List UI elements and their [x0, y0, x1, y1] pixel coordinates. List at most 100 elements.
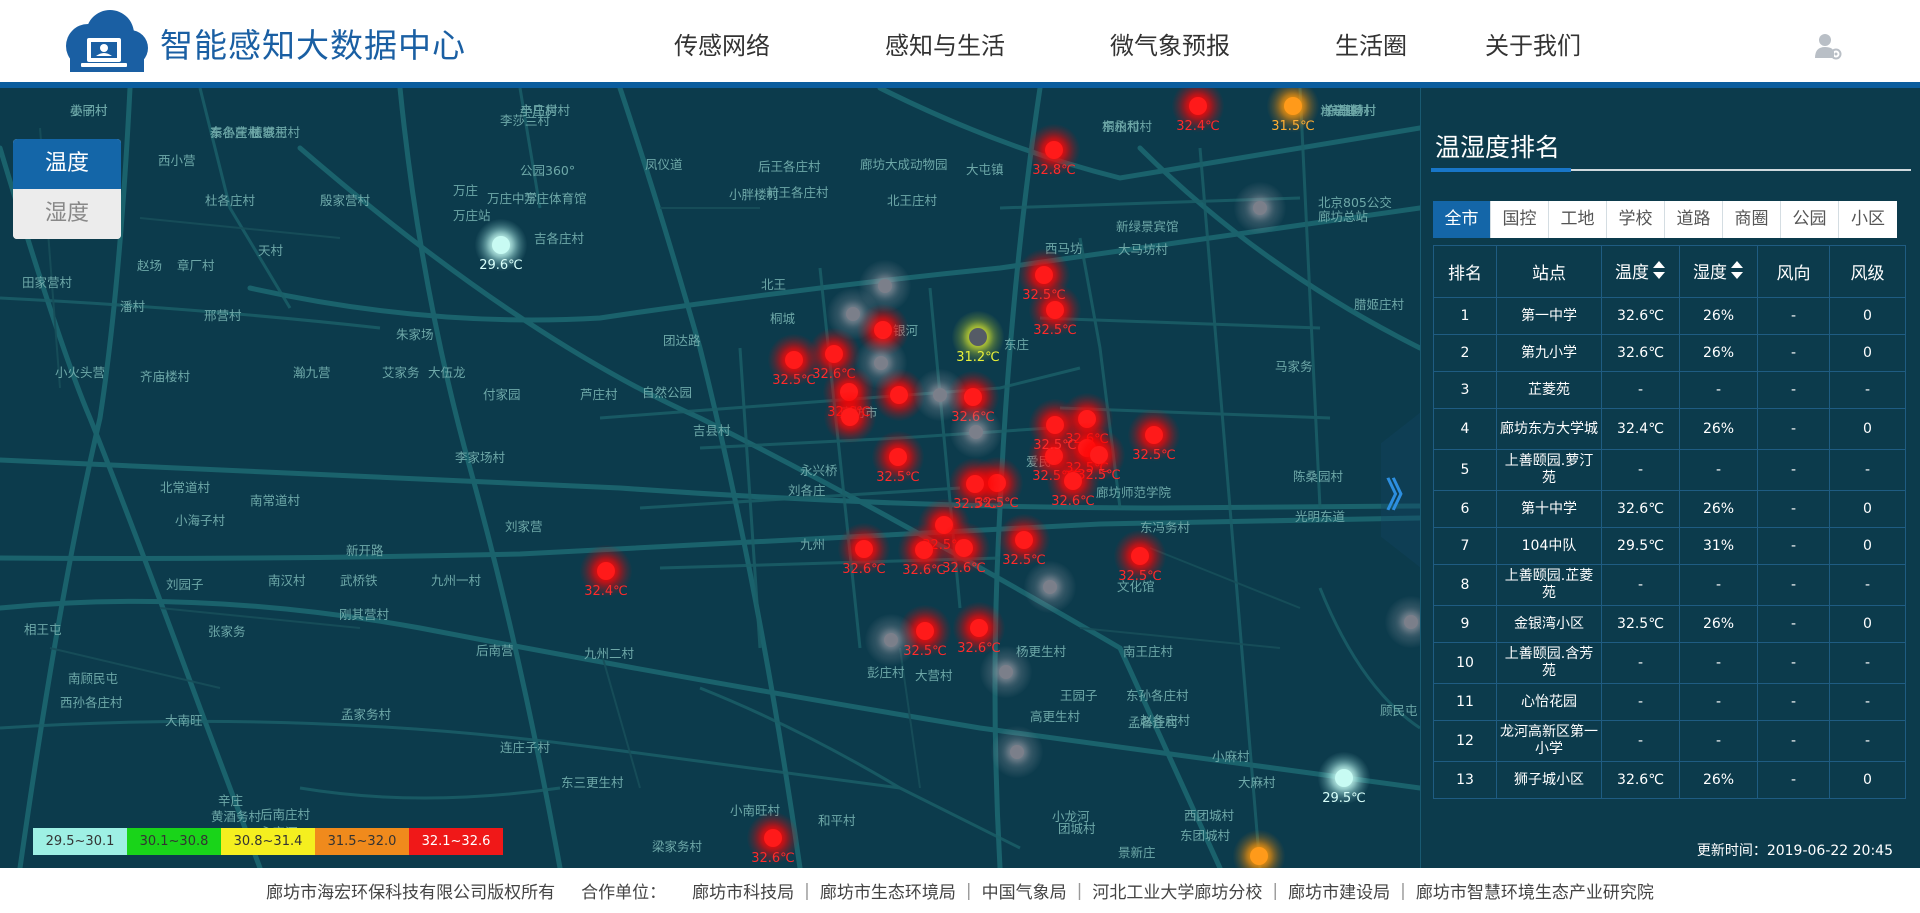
legend-band: 32.1~32.6 [409, 828, 503, 855]
table-row[interactable]: 1 第一中学 32.6℃ 26% -0 [1433, 297, 1906, 335]
station-dot[interactable] [1046, 301, 1064, 319]
station-dot[interactable] [970, 619, 988, 637]
station-dot[interactable] [916, 622, 934, 640]
tab-city[interactable]: 全市 [1433, 201, 1491, 238]
station-dot[interactable] [966, 475, 984, 493]
station-dot[interactable] [874, 356, 888, 370]
partner-link[interactable]: 廊坊市建设局 [1288, 878, 1390, 903]
station-dot[interactable] [1015, 531, 1033, 549]
station-dot[interactable] [1064, 472, 1082, 490]
map-view[interactable]: 小马房村 桐柏村 水法镇村 东寨场村 小同村 东小营 檀察王村 李莎兰村 公园360° 凤仪道 后王… [0, 88, 1420, 868]
station-dot[interactable] [846, 307, 860, 321]
station-dot[interactable] [785, 351, 803, 369]
place-label: 九州二村 [584, 646, 635, 661]
station-dot[interactable] [597, 562, 615, 580]
station-dot[interactable] [1145, 426, 1163, 444]
partner-link[interactable]: 廊坊市科技局 [692, 878, 794, 903]
station-dot[interactable] [1253, 201, 1267, 215]
table-cell: 32.6℃ [1601, 490, 1680, 528]
footer-separator: | [965, 880, 972, 901]
tab-construction[interactable]: 工地 [1549, 201, 1607, 238]
table-row[interactable]: 4 廊坊东方大学城 32.4℃ 26% -0 [1433, 408, 1906, 450]
station-dot[interactable] [1046, 416, 1064, 434]
station-dot[interactable] [969, 328, 987, 346]
station-dot[interactable] [1035, 266, 1053, 284]
table-row[interactable]: 9 金银湾小区 32.5℃ 26% -0 [1433, 605, 1906, 643]
table-cell: 0 [1829, 605, 1906, 643]
station-dot[interactable] [492, 236, 510, 254]
station-dot[interactable] [1189, 97, 1207, 115]
station-dot[interactable] [764, 829, 782, 847]
station-dot[interactable] [855, 540, 873, 558]
station-dot[interactable] [878, 279, 892, 293]
partner-link[interactable]: 中国气象局 [982, 878, 1067, 903]
table-cell: 7 [1433, 527, 1497, 565]
nav-micro-weather[interactable]: 微气象预报 [1110, 26, 1230, 61]
station-dot[interactable] [1404, 615, 1418, 629]
tab-school[interactable]: 学校 [1607, 201, 1665, 238]
station-dot[interactable] [884, 633, 898, 647]
station-dot[interactable] [964, 388, 982, 406]
station-dot[interactable] [825, 345, 843, 363]
station-dot[interactable] [841, 408, 859, 426]
col-station: 站点 [1496, 245, 1602, 298]
place-label: 长城村 [250, 125, 288, 140]
col-temperature[interactable]: 温度 [1601, 245, 1680, 298]
station-dot[interactable] [915, 541, 933, 559]
toggle-temperature-button[interactable]: 温度 [13, 139, 121, 189]
logo[interactable]: 智能感知大数据中心 [58, 8, 466, 78]
sort-icon[interactable] [1730, 260, 1744, 285]
station-dot[interactable] [1045, 141, 1063, 159]
footer-separator: | [1272, 880, 1279, 901]
place-label: 南常道村 [250, 493, 301, 508]
station-dot[interactable] [1284, 97, 1302, 115]
station-dot[interactable] [933, 388, 947, 402]
table-row[interactable]: 10 上善颐园.含芳苑 - - - - [1433, 642, 1906, 684]
station-dot[interactable] [1250, 847, 1268, 865]
table-row[interactable]: 6 第十中学 32.6℃ 26% -0 [1433, 490, 1906, 528]
tab-community[interactable]: 小区 [1839, 201, 1897, 238]
toggle-humidity-button[interactable]: 湿度 [13, 189, 121, 239]
table-row[interactable]: 11 心怡花园 - - - - [1433, 683, 1906, 721]
tab-business[interactable]: 商圈 [1723, 201, 1781, 238]
station-dot[interactable] [1043, 580, 1057, 594]
col-humidity[interactable]: 湿度 [1679, 245, 1758, 298]
table-row[interactable]: 8 上善颐园.芷菱苑 - - - - [1433, 564, 1906, 606]
station-dot[interactable] [955, 539, 973, 557]
station-dot[interactable] [889, 448, 907, 466]
station-dot[interactable] [969, 425, 983, 439]
tab-road[interactable]: 道路 [1665, 201, 1723, 238]
table-row[interactable]: 2 第九小学 32.6℃ 26% -0 [1433, 334, 1906, 372]
double-chevron-right-icon[interactable]: 》 [1386, 468, 1420, 517]
nav-sensor-network[interactable]: 传感网络 [674, 26, 770, 61]
table-row[interactable]: 5 上善颐园.萝汀苑 - - - - [1433, 449, 1906, 491]
table-cell: 芷菱苑 [1496, 371, 1602, 409]
station-dot[interactable] [890, 386, 908, 404]
tab-park[interactable]: 公园 [1781, 201, 1839, 238]
nav-about-us[interactable]: 关于我们 [1485, 26, 1581, 61]
station-dot[interactable] [1090, 446, 1108, 464]
station-dot[interactable] [1335, 769, 1353, 787]
user-settings-icon[interactable] [1814, 32, 1842, 60]
sort-icon[interactable] [1652, 260, 1666, 285]
nav-perception-life[interactable]: 感知与生活 [885, 26, 1005, 61]
table-row[interactable]: 12 龙河高新区第一小学 - - - - [1433, 720, 1906, 762]
station-temperature: 32.5℃ [1033, 438, 1077, 453]
partner-link[interactable]: 廊坊市智慧环境生态产业研究院 [1416, 878, 1654, 903]
table-row[interactable]: 3 芷菱苑 - - - - [1433, 371, 1906, 409]
place-label: 芦庄村 [580, 387, 618, 402]
table-row[interactable]: 13 狮子城小区 32.6℃ 26% -0 [1433, 761, 1906, 799]
table-row[interactable]: 7 104中队 29.5℃ 31% -0 [1433, 527, 1906, 565]
table-cell: 龙河高新区第一小学 [1496, 720, 1602, 762]
station-dot[interactable] [999, 665, 1013, 679]
station-dot[interactable] [1131, 547, 1149, 565]
station-dot[interactable] [1010, 745, 1024, 759]
table-cell: 心怡花园 [1496, 683, 1602, 721]
partner-link[interactable]: 河北工业大学廊坊分校 [1092, 878, 1262, 903]
table-cell: - [1829, 720, 1906, 762]
ranking-table-container[interactable]: 排名 站点 温度 湿度 风向 风级 1 第一中学 32.6℃ 26% -0 2 第九小学 32… [1433, 245, 1911, 808]
nav-life-circle[interactable]: 生活圈 [1335, 26, 1407, 61]
tab-national[interactable]: 国控 [1491, 201, 1549, 238]
table-cell: 0 [1829, 527, 1906, 565]
partner-link[interactable]: 廊坊市生态环境局 [820, 878, 956, 903]
